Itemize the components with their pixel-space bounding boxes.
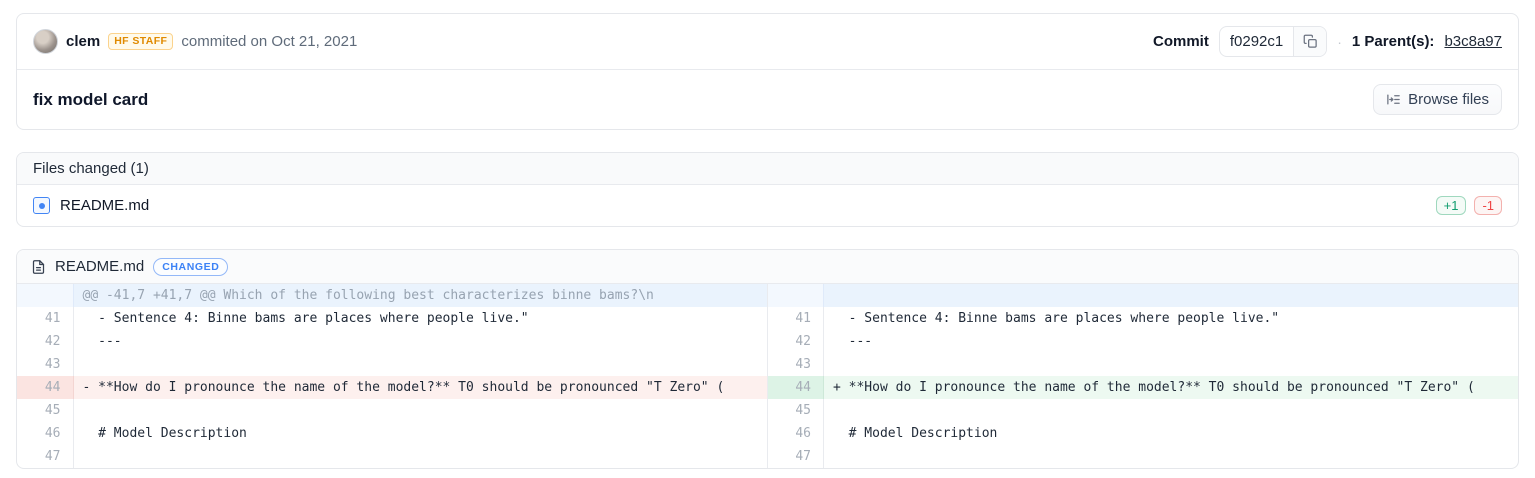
diff-row: 47 47	[17, 445, 1518, 468]
parents-label: 1 Parent(s):	[1351, 33, 1435, 50]
line-number-left: 42	[17, 330, 74, 353]
line-number-left: 44	[17, 376, 74, 399]
files-changed-card: Files changed (1) README.md +1 -1	[16, 152, 1519, 227]
diff-table: @@ -41,7 +41,7 @@ Which of the following…	[17, 284, 1518, 468]
diff-line-right	[824, 445, 1519, 468]
line-number-left: 45	[17, 399, 74, 422]
deletions-badge: -1	[1474, 196, 1502, 215]
additions-badge: +1	[1435, 196, 1467, 215]
diff-line-left: ---	[73, 330, 768, 353]
diff-line-right: # Model Description	[833, 426, 998, 441]
author-name[interactable]: clem	[66, 33, 100, 50]
hunk-gutter-left	[17, 284, 74, 307]
line-number-left: 46	[17, 422, 74, 445]
parent-commit-link[interactable]: b3c8a97	[1444, 33, 1502, 50]
avatar[interactable]	[33, 29, 58, 54]
browse-files-icon	[1386, 92, 1401, 107]
diff-line-right: ---	[833, 334, 873, 349]
diff-line-left: # Model Description	[73, 422, 768, 445]
hunk-gutter-right	[767, 284, 824, 307]
diff-row: 42 --- 42 ---	[17, 330, 1518, 353]
diff-line-left: - Sentence 4: Binne bams are places wher…	[73, 307, 768, 330]
diff-line-left	[73, 445, 768, 468]
commit-hash-pill: f0292c1	[1218, 26, 1328, 57]
line-number-right: 46	[767, 422, 824, 445]
line-number-left: 43	[17, 353, 74, 376]
line-number-right: 43	[767, 353, 824, 376]
browse-files-label: Browse files	[1408, 91, 1489, 108]
diff-row: 45 45	[17, 399, 1518, 422]
commit-label: Commit	[1153, 33, 1209, 50]
line-number-right: 44	[767, 376, 824, 399]
diff-line-right	[824, 399, 1519, 422]
diff-row: 46 # Model Description 46 # Model Descri…	[17, 422, 1518, 445]
diff-line-right-addition: + **How do I pronounce the name of the m…	[823, 376, 1518, 399]
commit-date: commited on Oct 21, 2021	[181, 33, 358, 50]
line-number-right: 47	[767, 445, 824, 468]
line-number-right: 41	[767, 307, 824, 330]
diff-line-right: - Sentence 4: Binne bams are places wher…	[833, 311, 1280, 326]
line-number-right: 45	[767, 399, 824, 422]
line-number-left: 47	[17, 445, 74, 468]
line-number-right: 42	[767, 330, 824, 353]
diff-file-header: README.md CHANGED	[17, 250, 1518, 284]
files-changed-header: Files changed (1)	[17, 153, 1518, 185]
diff-hunk-row: @@ -41,7 +41,7 @@ Which of the following…	[17, 284, 1518, 307]
file-row[interactable]: README.md +1 -1	[17, 185, 1518, 226]
diff-card: README.md CHANGED @@ -41,7 +41,7 @@ Whic…	[16, 249, 1519, 469]
commit-header-card: clem HF STAFF commited on Oct 21, 2021 C…	[16, 13, 1519, 130]
diff-row-changed: 44 - **How do I pronounce the name of th…	[17, 376, 1518, 399]
dot-separator: ·	[1337, 33, 1342, 50]
diff-file-name[interactable]: README.md	[55, 258, 144, 275]
commit-hash: f0292c1	[1229, 33, 1284, 50]
line-number-left: 41	[17, 307, 74, 330]
diff-line-right	[824, 353, 1519, 376]
copy-button[interactable]	[1294, 27, 1327, 56]
hunk-right-filler	[823, 284, 1518, 307]
diff-row: 41 - Sentence 4: Binne bams are places w…	[17, 307, 1518, 330]
browse-files-button[interactable]: Browse files	[1373, 84, 1502, 115]
commit-meta-row: clem HF STAFF commited on Oct 21, 2021 C…	[17, 14, 1518, 70]
hunk-header-text: @@ -41,7 +41,7 @@ Which of the following…	[73, 284, 768, 307]
diff-line-left-deletion: - **How do I pronounce the name of the m…	[73, 376, 768, 399]
commit-title-row: fix model card Browse files	[17, 70, 1518, 129]
hf-staff-badge: HF STAFF	[108, 32, 174, 51]
commit-title: fix model card	[33, 89, 149, 109]
changed-file-name[interactable]: README.md	[60, 197, 149, 214]
document-icon	[31, 259, 46, 275]
diff-row: 43 43	[17, 353, 1518, 376]
changed-status-badge: CHANGED	[153, 257, 229, 276]
modified-file-icon	[33, 197, 50, 214]
diff-line-left	[73, 353, 768, 376]
copy-icon	[1303, 34, 1318, 49]
diff-line-left	[73, 399, 768, 422]
